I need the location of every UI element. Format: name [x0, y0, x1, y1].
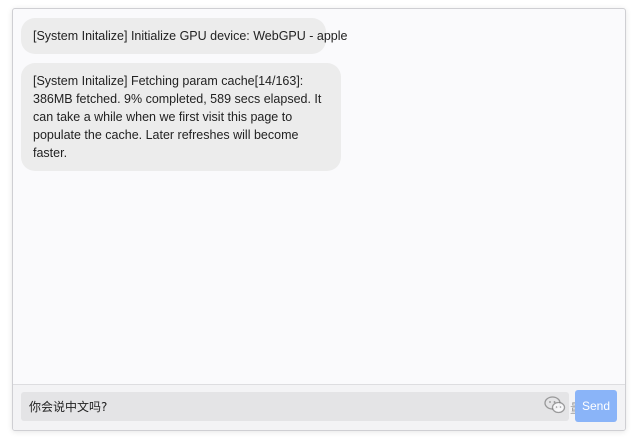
input-bar: 量子位 Send: [13, 384, 625, 430]
message-list[interactable]: [System Initalize] Initialize GPU device…: [13, 9, 625, 384]
system-message: [System Initalize] Initialize GPU device…: [21, 18, 347, 54]
send-button[interactable]: Send: [575, 390, 617, 422]
chat-window: [System Initalize] Initialize GPU device…: [12, 8, 626, 431]
system-message: [System Initalize] Fetching param cache[…: [21, 63, 341, 171]
chat-input[interactable]: [21, 392, 569, 421]
